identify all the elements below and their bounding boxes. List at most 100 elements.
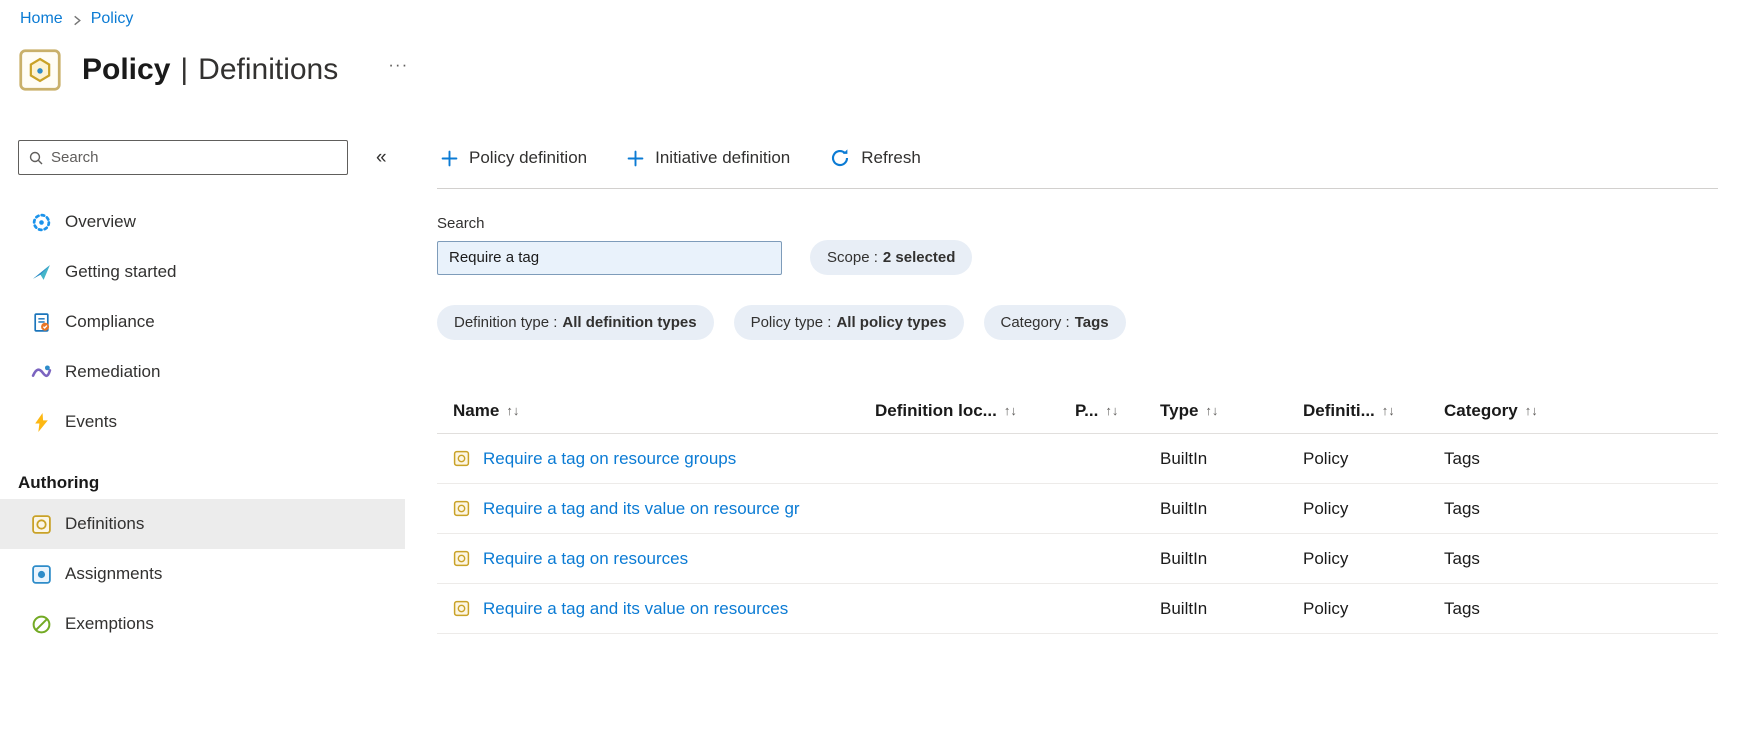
sidebar-item-exemptions[interactable]: Exemptions [0, 599, 405, 649]
sort-icon: ↑↓ [1524, 403, 1538, 418]
definition-type-cell: Policy [1303, 548, 1349, 568]
overview-icon [30, 211, 52, 233]
definition-type-pill-value: All definition types [562, 314, 697, 331]
sidebar-item-remediation[interactable]: Remediation [0, 347, 405, 397]
sidebar-item-label: Compliance [65, 312, 155, 331]
column-label: Name [453, 400, 500, 420]
table-header-row: Name ↑↓ Definition loc... ↑↓ P... ↑↓ Typ… [437, 388, 1718, 434]
toolbar-divider [437, 188, 1718, 189]
exemptions-icon [30, 613, 52, 635]
column-header-definition-type[interactable]: Definiti... ↑↓ [1303, 401, 1444, 421]
sidebar-item-getting-started[interactable]: Getting started [0, 247, 405, 297]
content-area: « Overview Getting started [0, 140, 1742, 649]
initiative-definition-label: Initiative definition [655, 148, 791, 167]
sort-icon: ↑↓ [1003, 403, 1017, 418]
definition-link[interactable]: Require a tag and its value on resources [483, 599, 788, 619]
sidebar-item-events[interactable]: Events [0, 397, 405, 447]
name-cell: Require a tag and its value on resources [437, 599, 875, 619]
column-header-type[interactable]: Type ↑↓ [1160, 401, 1303, 421]
command-bar: Policy definition Initiative definition … [437, 140, 1718, 176]
definition-type-cell: Policy [1303, 498, 1349, 518]
scope-filter-pill[interactable]: Scope : 2 selected [810, 240, 973, 275]
remediation-icon [30, 361, 52, 383]
sidebar-item-compliance[interactable]: Compliance [0, 297, 405, 347]
column-label: Definition loc... [875, 400, 997, 420]
policy-row-icon [453, 550, 470, 567]
refresh-button[interactable]: Refresh [826, 148, 925, 168]
sidebar-item-label: Remediation [65, 362, 161, 381]
name-cell: Require a tag and its value on resource … [437, 499, 875, 519]
sidebar-item-label: Getting started [65, 262, 177, 281]
type-cell: BuiltIn [1160, 548, 1208, 568]
column-header-policies[interactable]: P... ↑↓ [1075, 401, 1160, 421]
search-label: Search [437, 215, 485, 232]
name-cell: Require a tag on resource groups [437, 449, 875, 469]
refresh-label: Refresh [861, 148, 921, 167]
breadcrumb-home-link[interactable]: Home [20, 10, 63, 28]
search-icon [28, 150, 44, 166]
sidebar-collapse-button[interactable]: « [370, 145, 393, 171]
category-cell: Tags [1444, 598, 1480, 618]
column-label: P... [1075, 400, 1099, 420]
policy-type-pill-label: Policy type : [750, 314, 832, 331]
column-header-definition-location[interactable]: Definition loc... ↑↓ [875, 401, 1075, 421]
policy-definition-button[interactable]: Policy definition [437, 148, 591, 168]
scope-pill-value: 2 selected [882, 249, 956, 266]
filter-row-2: Definition type : All definition types P… [437, 305, 1718, 340]
getting-started-icon [30, 261, 52, 283]
scope-pill-label: Scope : [827, 249, 878, 266]
policy-type-filter-pill[interactable]: Policy type : All policy types [733, 305, 964, 340]
category-cell: Tags [1444, 448, 1480, 468]
definitions-icon [30, 513, 52, 535]
filter-row-1: Scope : 2 selected [437, 240, 1718, 275]
assignments-icon [30, 563, 52, 585]
sidebar-item-overview[interactable]: Overview [0, 197, 405, 247]
policy-page-icon [18, 48, 62, 92]
breadcrumb: Home Policy [0, 0, 1742, 28]
category-filter-pill[interactable]: Category : Tags [983, 305, 1126, 340]
sort-icon: ↑↓ [1105, 403, 1119, 418]
sidebar-item-assignments[interactable]: Assignments [0, 549, 405, 599]
sidebar-search-input[interactable] [44, 149, 347, 166]
policy-row-icon [453, 600, 470, 617]
column-label: Definiti... [1303, 400, 1375, 420]
sort-icon: ↑↓ [1381, 403, 1395, 418]
page-title-separator: | [180, 53, 189, 86]
type-cell: BuiltIn [1160, 448, 1208, 468]
breadcrumb-chevron-icon [72, 14, 82, 27]
plus-icon [627, 150, 644, 167]
definition-type-cell: Policy [1303, 448, 1349, 468]
refresh-icon [830, 148, 850, 168]
initiative-definition-button[interactable]: Initiative definition [623, 148, 794, 168]
page-header: Policy | Definitions ··· [18, 48, 1742, 92]
category-cell: Tags [1444, 498, 1480, 518]
definition-link[interactable]: Require a tag on resources [483, 549, 688, 569]
sidebar-item-label: Overview [65, 212, 136, 231]
definition-search-input[interactable] [437, 240, 782, 275]
definition-type-pill-label: Definition type : [454, 314, 558, 331]
sidebar-item-label: Assignments [65, 564, 163, 583]
policy-row-icon [453, 500, 470, 517]
table-row: Require a tag on resource groups BuiltIn… [437, 434, 1718, 484]
more-menu-button[interactable]: ··· [382, 54, 414, 76]
column-label: Category [1444, 400, 1518, 420]
column-header-name[interactable]: Name ↑↓ [437, 401, 875, 421]
sidebar-nav: Overview Getting started Compliance Reme… [0, 197, 405, 649]
definition-type-filter-pill[interactable]: Definition type : All definition types [437, 305, 714, 340]
category-pill-value: Tags [1074, 314, 1109, 331]
sidebar-item-label: Events [65, 412, 117, 431]
definition-link[interactable]: Require a tag on resource groups [483, 449, 736, 469]
page-title-policy: Policy [82, 53, 171, 86]
sidebar-item-definitions[interactable]: Definitions [0, 499, 405, 549]
sidebar-search-box[interactable] [18, 140, 348, 175]
breadcrumb-policy-link[interactable]: Policy [91, 10, 134, 28]
plus-icon [441, 150, 458, 167]
sidebar-item-label: Definitions [65, 514, 145, 533]
policy-definitions-page: Home Policy Policy | Definitions ··· Sea… [0, 0, 1742, 649]
main-panel: Policy definition Initiative definition … [405, 140, 1742, 649]
sort-icon: ↑↓ [1205, 403, 1219, 418]
policy-type-pill-value: All policy types [836, 314, 947, 331]
definition-link[interactable]: Require a tag and its value on resource … [483, 499, 800, 519]
column-header-category[interactable]: Category ↑↓ [1444, 401, 1718, 421]
page-title-definitions: Definitions [198, 53, 339, 86]
